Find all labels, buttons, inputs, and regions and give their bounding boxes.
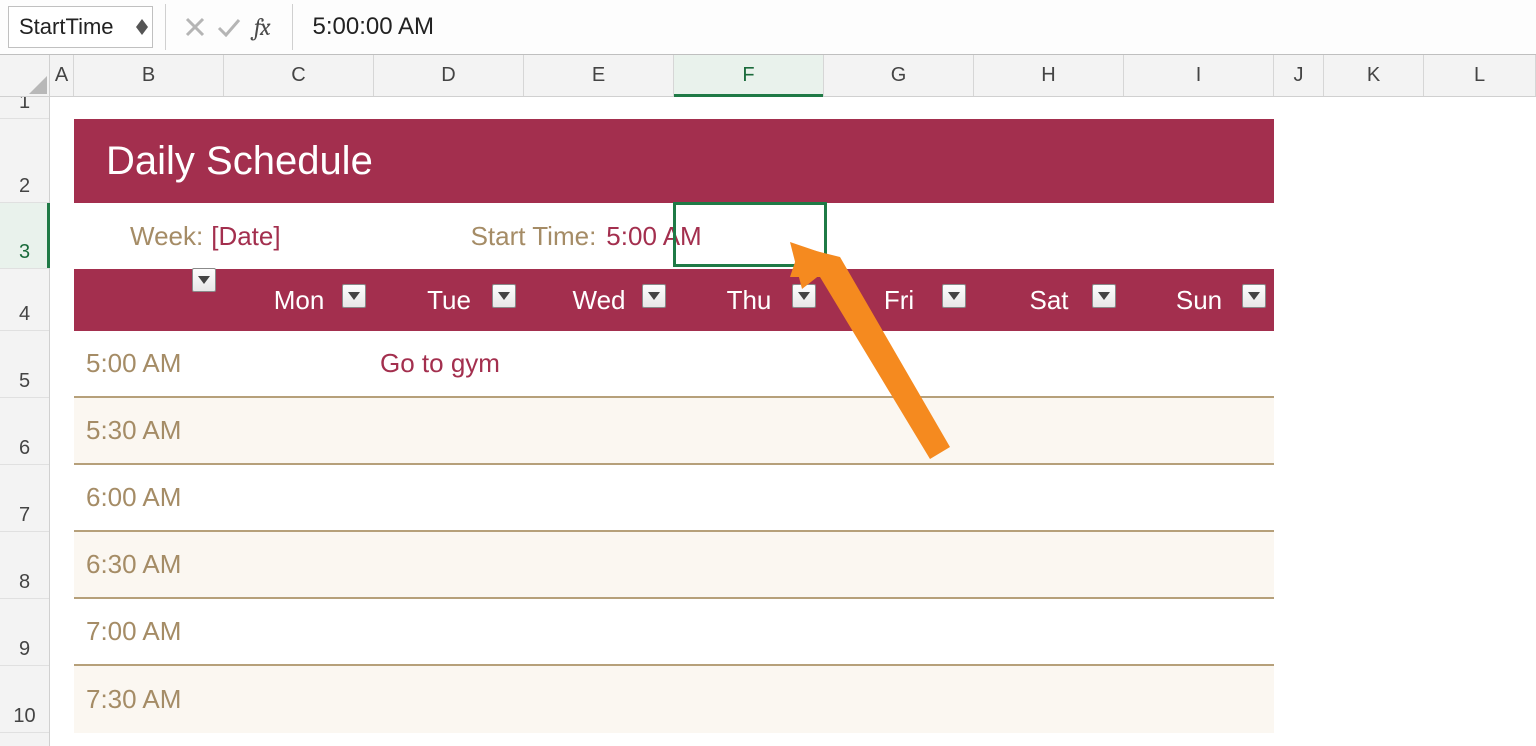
col-header-H[interactable]: H — [974, 55, 1124, 96]
col-header-G[interactable]: G — [824, 55, 974, 96]
day-label: Sat — [1029, 285, 1068, 316]
caret-down-icon — [1248, 292, 1260, 300]
schedule-row: 5:00 AM Go to gym — [74, 331, 1274, 398]
page-title: Daily Schedule — [74, 139, 373, 184]
caret-down-icon — [948, 292, 960, 300]
schedule-cell[interactable]: Go to gym — [374, 348, 524, 379]
col-header-B[interactable]: B — [74, 55, 224, 96]
fill-handle[interactable] — [820, 260, 829, 269]
col-header-E[interactable]: E — [524, 55, 674, 96]
row-header-9[interactable]: 9 — [0, 599, 49, 666]
divider — [165, 4, 166, 50]
divider — [292, 4, 293, 50]
title-bar: Daily Schedule — [74, 119, 1274, 203]
formula-bar: StartTime fx 5:00:00 AM — [0, 0, 1536, 55]
caret-down-icon — [198, 276, 210, 284]
day-header-tue: Tue — [374, 285, 524, 316]
filter-button[interactable] — [1242, 284, 1266, 308]
time-slot: 5:00 AM — [74, 348, 224, 379]
day-header-wed: Wed — [524, 285, 674, 316]
time-slot: 7:00 AM — [74, 616, 224, 647]
week-label: Week: — [130, 221, 203, 252]
col-header-K[interactable]: K — [1324, 55, 1424, 96]
week-value[interactable]: [Date] — [211, 221, 280, 252]
filter-button[interactable] — [1092, 284, 1116, 308]
filter-button[interactable] — [342, 284, 366, 308]
row-header-8[interactable]: 8 — [0, 532, 49, 599]
fx-label[interactable]: fx — [254, 13, 270, 41]
col-header-J[interactable]: J — [1274, 55, 1324, 96]
check-icon — [217, 17, 241, 37]
day-header-sat: Sat — [974, 285, 1124, 316]
row-header-1[interactable]: 1 — [0, 97, 49, 119]
start-time-label: Start Time: — [471, 221, 597, 252]
close-icon — [185, 17, 205, 37]
day-label: Thu — [727, 285, 772, 316]
day-header-mon: Mon — [224, 285, 374, 316]
caret-down-icon — [798, 292, 810, 300]
day-label: Sun — [1176, 285, 1222, 316]
day-header-fri: Fri — [824, 285, 974, 316]
day-header-row: Mon Tue Wed Thu Fri — [74, 269, 1274, 331]
row-header-10[interactable]: 10 — [0, 666, 49, 733]
filter-button[interactable] — [942, 284, 966, 308]
caret-down-icon — [136, 27, 148, 35]
filter-button[interactable] — [792, 284, 816, 308]
time-slot: 5:30 AM — [74, 415, 224, 446]
col-header-I[interactable]: I — [1124, 55, 1274, 96]
start-time-value[interactable]: 5:00 AM — [606, 221, 701, 252]
row-headers: 1 2 3 4 5 6 7 8 9 10 — [0, 97, 50, 746]
caret-down-icon — [1098, 292, 1110, 300]
row-header-7[interactable]: 7 — [0, 465, 49, 532]
formula-bar-value[interactable]: 5:00:00 AM — [307, 13, 434, 41]
name-box-value: StartTime — [9, 14, 114, 40]
col-header-D[interactable]: D — [374, 55, 524, 96]
time-slot: 6:30 AM — [74, 549, 224, 580]
filter-button[interactable] — [492, 284, 516, 308]
day-label: Mon — [274, 285, 325, 316]
day-label: Fri — [884, 285, 914, 316]
row-header-3[interactable]: 3 — [0, 203, 49, 269]
schedule-row: 6:30 AM — [74, 532, 1274, 599]
confirm-edit-button[interactable] — [212, 10, 246, 44]
schedule-row: 5:30 AM — [74, 398, 1274, 465]
caret-up-icon — [136, 19, 148, 27]
day-header-sun: Sun — [1124, 285, 1274, 316]
day-label: Wed — [573, 285, 626, 316]
caret-down-icon — [498, 292, 510, 300]
row-header-5[interactable]: 5 — [0, 331, 49, 398]
filter-button[interactable] — [642, 284, 666, 308]
time-slot: 7:30 AM — [74, 684, 224, 715]
cancel-edit-button[interactable] — [178, 10, 212, 44]
name-box[interactable]: StartTime — [8, 6, 153, 48]
col-header-F[interactable]: F — [674, 55, 824, 96]
select-all-corner[interactable] — [0, 55, 50, 97]
day-label: Tue — [427, 285, 471, 316]
schedule-row: 6:00 AM — [74, 465, 1274, 532]
col-header-L[interactable]: L — [1424, 55, 1536, 96]
schedule-row: 7:30 AM — [74, 666, 1274, 733]
cells-area[interactable]: Daily Schedule Week: [Date] Start Time: … — [50, 97, 1536, 746]
meta-row: Week: [Date] Start Time: 5:00 AM — [74, 203, 1274, 269]
schedule-row: 7:00 AM — [74, 599, 1274, 666]
row-header-4[interactable]: 4 — [0, 269, 49, 331]
column-headers: A B C D E F G H I J K L — [50, 55, 1536, 97]
time-slot: 6:00 AM — [74, 482, 224, 513]
filter-button[interactable] — [192, 268, 216, 292]
caret-down-icon — [648, 292, 660, 300]
col-header-A[interactable]: A — [50, 55, 74, 96]
col-header-C[interactable]: C — [224, 55, 374, 96]
caret-down-icon — [348, 292, 360, 300]
day-header-thu: Thu — [674, 285, 824, 316]
name-box-spinner[interactable] — [136, 19, 148, 35]
row-header-6[interactable]: 6 — [0, 398, 49, 465]
row-header-2[interactable]: 2 — [0, 119, 49, 203]
